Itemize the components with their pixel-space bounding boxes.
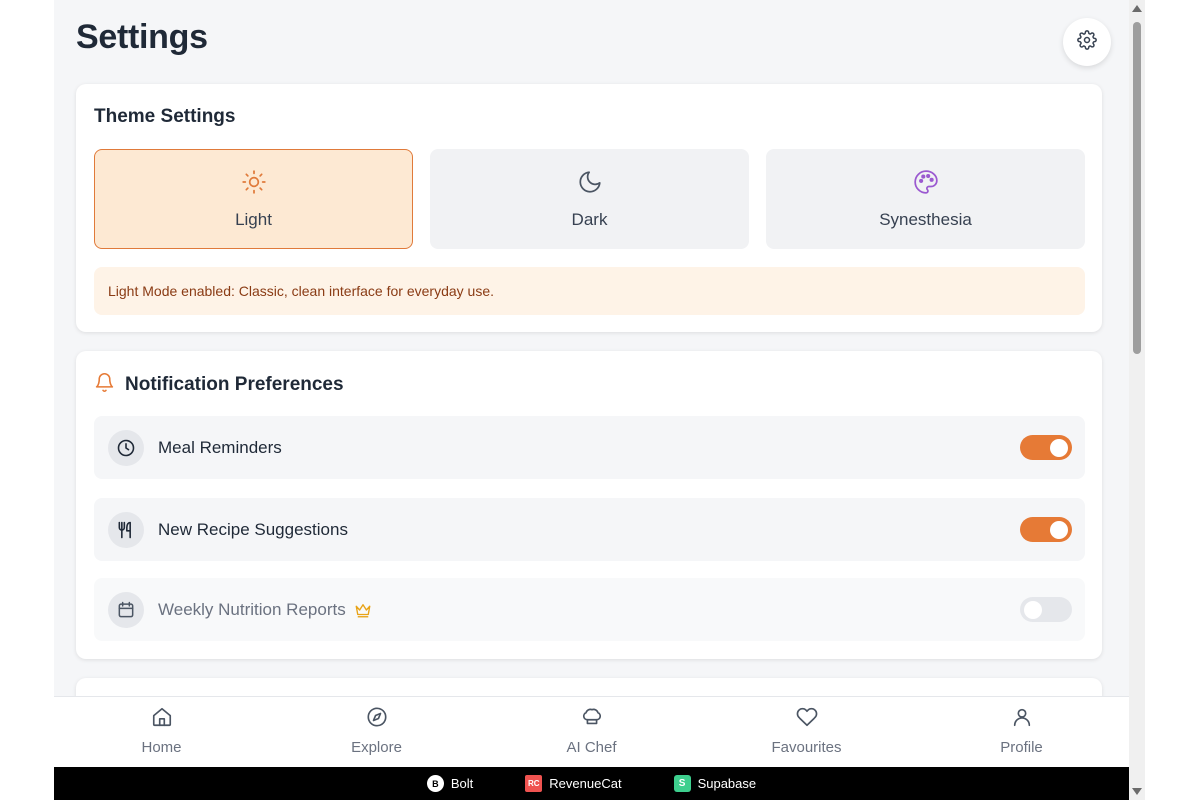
bottom-navigation: Home Explore AI Chef Favourites Profile bbox=[54, 696, 1129, 767]
notification-heading: Notification Preferences bbox=[125, 374, 344, 395]
page-title: Settings bbox=[76, 18, 208, 56]
footer-label: Supabase bbox=[697, 776, 757, 791]
theme-info-banner: Light Mode enabled: Classic, clean inter… bbox=[94, 267, 1085, 315]
scrollbar-thumb[interactable] bbox=[1133, 22, 1141, 354]
nav-item-favourites[interactable]: Favourites bbox=[699, 697, 914, 767]
theme-option-dark[interactable]: Dark bbox=[430, 149, 749, 249]
theme-option-synesthesia[interactable]: Synesthesia bbox=[766, 149, 1085, 249]
vertical-scrollbar[interactable] bbox=[1129, 0, 1145, 800]
new-recipe-suggestions-toggle[interactable] bbox=[1020, 517, 1072, 542]
crown-icon bbox=[354, 602, 372, 618]
scroll-up-arrow-icon[interactable] bbox=[1132, 5, 1142, 12]
nav-item-ai-chef[interactable]: AI Chef bbox=[484, 697, 699, 767]
theme-option-label: Dark bbox=[571, 209, 608, 229]
palette-icon bbox=[913, 169, 939, 200]
nav-item-explore[interactable]: Explore bbox=[269, 697, 484, 767]
footer-label: Bolt bbox=[450, 776, 474, 791]
calendar-icon bbox=[108, 591, 144, 628]
nav-label: Profile bbox=[1000, 739, 1043, 756]
theme-settings-card: Theme Settings Light Dark Synesthesia Li… bbox=[76, 84, 1102, 332]
supabase-logo-icon: S bbox=[673, 775, 691, 792]
toggle-knob bbox=[1024, 600, 1042, 619]
home-icon bbox=[151, 706, 173, 733]
footer-link-revenuecat[interactable]: RC RevenueCat bbox=[525, 775, 622, 792]
theme-settings-heading: Theme Settings bbox=[94, 106, 236, 127]
theme-option-label: Synesthesia bbox=[879, 209, 972, 229]
notif-label: Weekly Nutrition Reports bbox=[158, 599, 346, 619]
footer-link-bolt[interactable]: B Bolt bbox=[426, 775, 474, 792]
built-with-footer: B Bolt RC RevenueCat S Supabase bbox=[54, 767, 1129, 800]
revenuecat-logo-icon: RC bbox=[525, 775, 543, 792]
toggle-knob bbox=[1050, 438, 1068, 457]
meal-reminders-toggle[interactable] bbox=[1020, 435, 1072, 460]
theme-option-label: Light bbox=[235, 209, 272, 229]
heart-icon bbox=[796, 706, 818, 733]
compass-icon bbox=[366, 706, 388, 733]
bell-icon bbox=[94, 372, 115, 398]
bolt-logo-icon: B bbox=[426, 775, 444, 792]
nav-item-home[interactable]: Home bbox=[54, 697, 269, 767]
clock-icon bbox=[108, 429, 144, 466]
chef-hat-icon bbox=[581, 706, 603, 733]
app-container: Settings Theme Settings Light Dark Synes… bbox=[54, 0, 1129, 800]
nav-label: Favourites bbox=[771, 739, 842, 756]
footer-link-supabase[interactable]: S Supabase bbox=[673, 775, 757, 792]
scroll-down-arrow-icon[interactable] bbox=[1132, 788, 1142, 795]
notif-row-new-recipe-suggestions: New Recipe Suggestions bbox=[94, 498, 1085, 561]
utensils-icon bbox=[108, 511, 144, 548]
nav-label: Home bbox=[141, 739, 182, 756]
moon-icon bbox=[577, 169, 603, 200]
theme-option-light[interactable]: Light bbox=[94, 149, 413, 249]
settings-gear-button[interactable] bbox=[1063, 18, 1111, 66]
notification-preferences-card: Notification Preferences Meal Reminders … bbox=[76, 351, 1102, 659]
notif-row-weekly-nutrition-reports: Weekly Nutrition Reports bbox=[94, 578, 1085, 641]
nav-item-profile[interactable]: Profile bbox=[914, 697, 1129, 767]
sun-icon bbox=[241, 169, 267, 200]
footer-label: RevenueCat bbox=[549, 776, 622, 791]
nav-label: AI Chef bbox=[566, 739, 617, 756]
gear-icon bbox=[1077, 29, 1097, 55]
notification-heading-row: Notification Preferences bbox=[94, 372, 344, 398]
nav-label: Explore bbox=[351, 739, 402, 756]
weekly-nutrition-reports-toggle[interactable] bbox=[1020, 597, 1072, 622]
user-icon bbox=[1011, 706, 1033, 733]
notif-row-meal-reminders: Meal Reminders bbox=[94, 416, 1085, 479]
toggle-knob bbox=[1050, 520, 1068, 539]
notif-label: Meal Reminders bbox=[158, 437, 282, 457]
notif-label: New Recipe Suggestions bbox=[158, 519, 348, 539]
